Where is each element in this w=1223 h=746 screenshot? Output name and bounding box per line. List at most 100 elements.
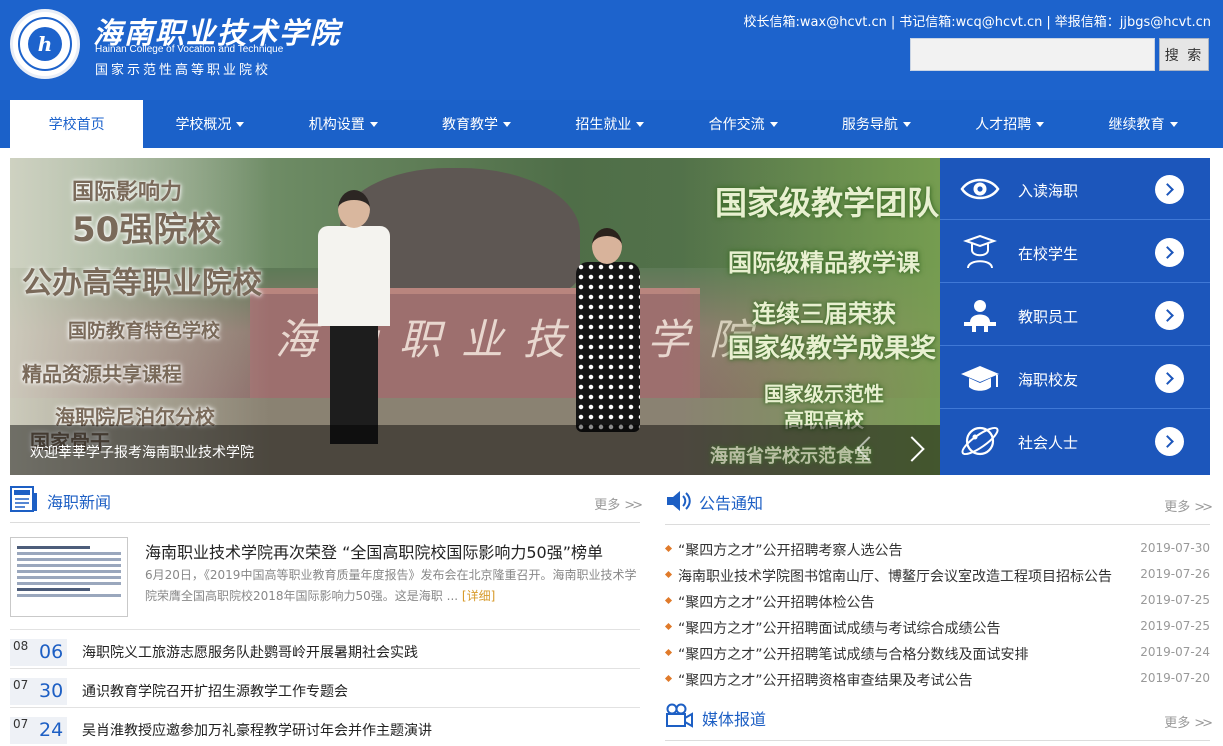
news-date-day: 24 — [39, 719, 64, 741]
notice-list-item[interactable]: “聚四方之才”公开招聘考察人选公告 2019-07-30 — [664, 537, 1210, 563]
featured-news-headline[interactable]: 海南职业技术学院再次荣登 “全国高职院校国际影响力50强”榜单 — [145, 539, 603, 563]
quick-link-students[interactable]: 在校学生 — [940, 221, 1210, 283]
nav-item-services[interactable]: 服务导航 — [810, 100, 943, 148]
chevron-down-icon — [369, 122, 378, 127]
nav-item-overview[interactable]: 学校概况 — [143, 100, 276, 148]
news-list-item[interactable]: 07 30 通识教育学院召开扩招生源教学工作专题会 — [10, 668, 640, 707]
logo-emblem: h — [28, 27, 62, 61]
arrow-right-circle-icon — [1155, 238, 1184, 267]
more-label: 更多 — [1164, 500, 1191, 515]
arrow-right-circle-icon — [1155, 301, 1184, 330]
bullet-diamond-icon — [664, 622, 673, 631]
notice-date: 2019-07-30 — [1140, 541, 1210, 555]
bullet-diamond-icon — [664, 544, 673, 553]
media-section-header: 媒体报道 更多 >> — [665, 703, 1213, 733]
notice-title: “聚四方之才”公开招聘资格审查结果及考试公告 — [678, 673, 973, 689]
quick-link-label: 在校学生 — [1018, 245, 1079, 263]
thumb-line — [17, 552, 121, 555]
school-logo[interactable]: h — [10, 9, 80, 79]
notice-list-item[interactable]: “聚四方之才”公开招聘资格审查结果及考试公告 2019-07-20 — [664, 667, 1210, 693]
nav-item-admission[interactable]: 招生就业 — [543, 100, 676, 148]
notice-list-item[interactable]: “聚四方之才”公开招聘体检公告 2019-07-25 — [664, 589, 1210, 615]
notice-date: 2019-07-25 — [1140, 593, 1210, 607]
thumb-line — [17, 564, 121, 567]
quick-link-alumni[interactable]: 海职校友 — [940, 347, 1210, 409]
school-slogan: 国家示范性高等职业院校 — [95, 63, 272, 78]
news-date-month: 07 — [13, 717, 29, 731]
search-input[interactable] — [910, 38, 1155, 71]
chevron-down-icon — [636, 122, 645, 127]
notice-section-header: 公告通知 更多 >> — [665, 487, 1213, 517]
notice-title: 海南职业技术学院图书馆南山厅、博鳌厅会议室改造工程项目招标公告 — [678, 569, 1112, 585]
nav-item-cooperation[interactable]: 合作交流 — [676, 100, 809, 148]
quick-link-staff[interactable]: 教职员工 — [940, 284, 1210, 346]
school-name-en: Hainan College of Vocation and Technique — [95, 44, 284, 55]
notice-list-item[interactable]: “聚四方之才”公开招聘笔试成绩与合格分数线及面试安排 2019-07-24 — [664, 641, 1210, 667]
banner-caption[interactable]: 欢迎莘莘学子报考海南职业技术学院 — [30, 442, 254, 462]
thumb-line — [17, 588, 90, 591]
quick-link-admission[interactable]: 入读海职 — [940, 158, 1210, 220]
person-shirt — [318, 226, 390, 326]
graduate-student-icon — [963, 235, 997, 269]
notice-list-item[interactable]: “聚四方之才”公开招聘面试成绩与考试综合成绩公告 2019-07-25 — [664, 615, 1210, 641]
nav-label: 招生就业 — [575, 117, 632, 133]
nav-item-organization[interactable]: 机构设置 — [277, 100, 410, 148]
summary-text: 6月20日，《2019中国高等职业教育质量年度报告》发布会在北京隆重召开。海南职… — [145, 568, 637, 603]
news-list-item[interactable]: 08 06 海职院义工旅游志愿服务队赴鹦哥岭开展暑期社会实践 — [10, 629, 640, 668]
notice-date: 2019-07-25 — [1140, 619, 1210, 633]
hero-banner[interactable]: 海南职业技术学院 国际影响力 50强院校 公办高等职业院校 国防教育特色学校 精… — [10, 158, 940, 475]
main-nav: 学校首页 学校概况 机构设置 教育教学 招生就业 合作交流 服务导航 人才招聘 … — [10, 100, 1210, 148]
notice-divider — [665, 524, 1210, 525]
nav-item-continuing-education[interactable]: 继续教育 — [1076, 100, 1209, 148]
notice-section-title: 公告通知 — [699, 494, 764, 513]
arrow-right-circle-icon — [1155, 364, 1184, 393]
bullet-diamond-icon — [664, 570, 673, 579]
person-head — [338, 190, 370, 228]
eye-icon — [960, 178, 1000, 200]
chevron-down-icon — [236, 122, 245, 127]
secretary-mailbox-link[interactable]: 书记信箱:wcq@hcvt.cn — [899, 15, 1042, 30]
banner-person-male — [310, 188, 400, 458]
nav-item-teaching[interactable]: 教育教学 — [410, 100, 543, 148]
banner-tag: 国家级教学团队 — [715, 184, 940, 222]
nav-label: 学校概况 — [175, 117, 232, 133]
news-divider — [10, 522, 640, 523]
featured-news-thumbnail[interactable] — [10, 537, 128, 617]
search-button[interactable]: 搜 索 — [1159, 38, 1209, 71]
media-more-link[interactable]: 更多 >> — [1164, 712, 1213, 731]
president-mailbox-link[interactable]: 校长信箱:wax@hcvt.cn — [744, 15, 887, 30]
notice-title: “聚四方之才”公开招聘面试成绩与考试综合成绩公告 — [678, 621, 1001, 637]
news-list-item[interactable]: 07 24 吴肖淮教授应邀参加万礼豪程教学研讨年会并作主题演讲 — [10, 707, 640, 746]
chevron-down-icon — [1169, 122, 1178, 127]
chevron-down-icon — [1036, 122, 1045, 127]
banner-tag: 公办高等职业院校 — [22, 266, 262, 301]
news-date-month: 08 — [13, 639, 29, 653]
nav-label: 学校首页 — [48, 117, 105, 133]
mailbox-links: 校长信箱:wax@hcvt.cn | 书记信箱:wcq@hcvt.cn | 举报信箱：j… — [744, 11, 1211, 30]
arrow-right-circle-icon — [1155, 175, 1184, 204]
news-more-link[interactable]: 更多 >> — [594, 494, 643, 513]
more-label: 更多 — [1164, 716, 1191, 731]
nav-item-recruitment[interactable]: 人才招聘 — [943, 100, 1076, 148]
mortarboard-icon — [961, 366, 999, 391]
thumb-line — [17, 570, 121, 573]
news-date-day: 06 — [39, 641, 64, 663]
report-mailbox-link[interactable]: 举报信箱：jjbgs@hcvt.cn — [1055, 15, 1211, 30]
separator: | — [1046, 15, 1051, 30]
quick-link-public[interactable]: 社会人士 — [940, 410, 1210, 472]
nav-label: 教育教学 — [442, 117, 499, 133]
news-item-title: 海职院义工旅游志愿服务队赴鹦哥岭开展暑期社会实践 — [82, 645, 418, 661]
featured-news-detail-link[interactable]: [详细] — [462, 589, 495, 603]
nav-item-home[interactable]: 学校首页 — [10, 100, 144, 148]
thumb-line — [17, 546, 90, 549]
notice-more-link[interactable]: 更多 >> — [1164, 496, 1213, 515]
notice-title: “聚四方之才”公开招聘体检公告 — [678, 595, 875, 611]
quick-link-label: 社会人士 — [1018, 434, 1079, 452]
chevron-down-icon — [902, 122, 911, 127]
notice-date: 2019-07-24 — [1140, 645, 1210, 659]
notice-list-item[interactable]: 海南职业技术学院图书馆南山厅、博鳌厅会议室改造工程项目招标公告 2019-07-… — [664, 563, 1210, 589]
nav-label: 机构设置 — [308, 117, 365, 133]
quick-link-label: 海职校友 — [1018, 371, 1079, 389]
news-item-title: 吴肖淮教授应邀参加万礼豪程教学研讨年会并作主题演讲 — [82, 723, 432, 739]
globe-icon — [961, 426, 999, 456]
